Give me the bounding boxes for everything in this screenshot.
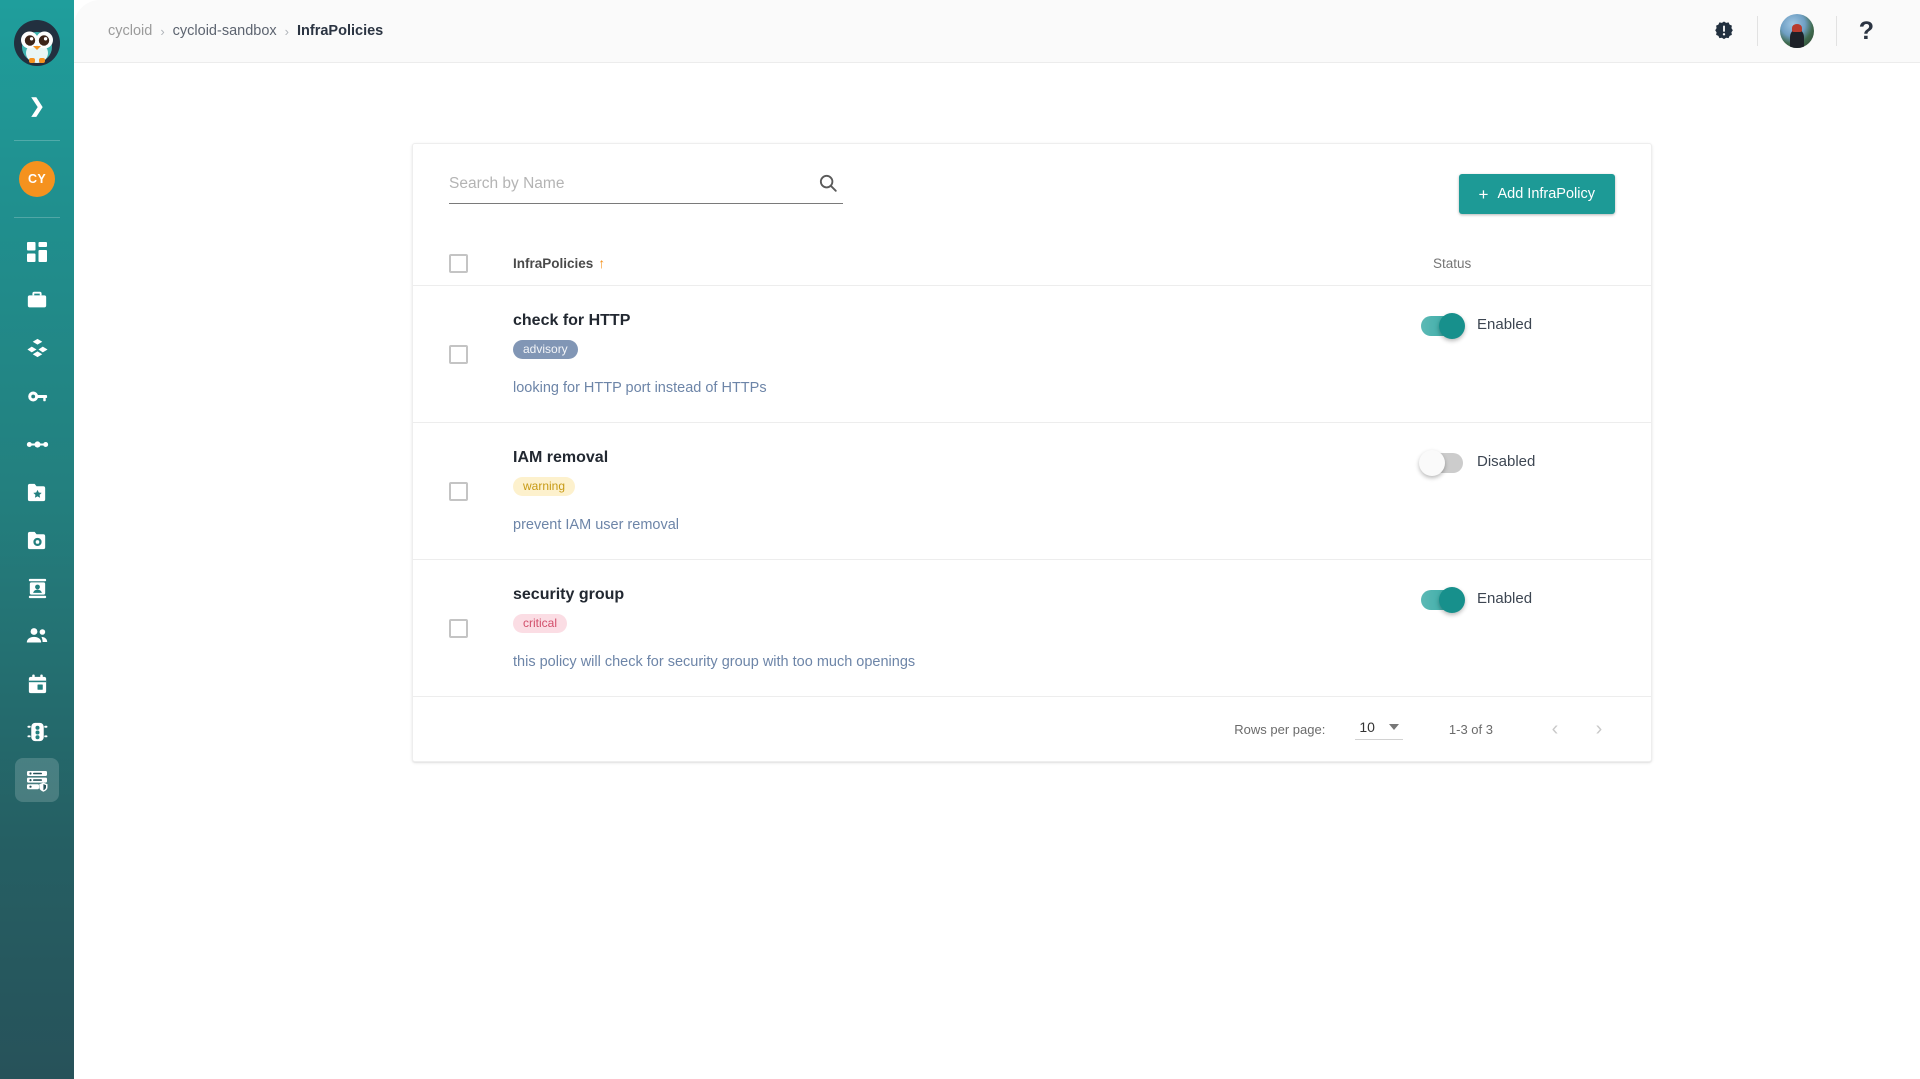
pagination: Rows per page: 10 1-3 of 3 ‹ › [413,697,1651,761]
status-toggle[interactable] [1419,450,1463,476]
row-content: IAM removal warning prevent IAM user rem… [513,423,1421,559]
row-status-cell: Disabled [1419,423,1651,559]
header-name-text: InfraPolicies [513,255,594,271]
rows-per-page-value: 10 [1359,718,1375,735]
sidebar: ❯ CY [0,0,74,1079]
help-glyph: ? [1858,16,1874,45]
chevron-left-icon[interactable]: ‹ [1533,707,1577,751]
chevron-right-icon[interactable]: ❯ [17,92,57,120]
content-area: + Add InfraPolicy InfraPolicies ↑ [74,63,1920,762]
sort-ascending-icon[interactable]: ↑ [598,255,605,271]
main-area: cycloid › cycloid-sandbox › InfraPolicie… [74,0,1920,1079]
pagination-range: 1-3 of 3 [1448,721,1493,737]
chevron-down-icon [1388,723,1399,730]
sidebar-item-credentials[interactable] [15,374,59,418]
select-all-cell [413,254,513,273]
policy-name[interactable]: check for HTTP [513,312,1421,330]
search-input[interactable] [449,170,843,204]
breadcrumb-current: InfraPolicies [297,23,384,39]
status-toggle[interactable] [1421,587,1465,613]
add-infrapolicy-button[interactable]: + Add InfraPolicy [1458,174,1615,214]
table-row[interactable]: IAM removal warning prevent IAM user rem… [413,423,1651,560]
sidebar-item-quotas[interactable] [15,710,59,754]
topbar: cycloid › cycloid-sandbox › InfraPolicie… [74,0,1920,63]
sidebar-nav [0,230,74,806]
breadcrumb-project[interactable]: cycloid-sandbox [173,23,277,39]
sidebar-divider-top [14,140,60,141]
status-label: Disabled [1477,453,1536,470]
breadcrumb-separator-2: › [284,23,289,39]
table-row[interactable]: security group critical this policy will… [413,560,1651,697]
sidebar-item-config-repository[interactable] [15,518,59,562]
checkbox-unchecked-icon[interactable] [449,618,468,638]
header-status-cell: Status [1385,256,1615,271]
row-content: check for HTTP advisory looking for HTTP… [513,286,1421,422]
user-avatar-image [1779,14,1814,48]
toggle-knob [1419,450,1445,476]
status-badge: warning [513,477,576,496]
breadcrumb: cycloid › cycloid-sandbox › InfraPolicie… [108,23,383,39]
table-header-row: InfraPolicies ↑ Status [413,228,1651,286]
sidebar-item-dashboard[interactable] [15,230,59,274]
chevron-right-icon[interactable]: › [1577,707,1621,751]
breadcrumb-org[interactable]: cycloid [108,23,152,39]
rows-per-page-label: Rows per page: [1234,721,1326,737]
header-name-cell[interactable]: InfraPolicies ↑ [513,255,1385,273]
status-label: Enabled [1477,316,1533,333]
sidebar-item-service-catalog[interactable] [15,566,59,610]
row-status-cell: Enabled [1421,286,1651,422]
question-mark-icon[interactable]: ? [1837,11,1896,51]
policy-name[interactable]: IAM removal [513,449,1421,467]
app-root: ❯ CY cycloid › cycloid-sandbox › InfraPo… [0,0,1920,1079]
checkbox-unchecked-icon[interactable] [449,481,468,501]
alert-badge-icon[interactable] [1691,11,1757,51]
toggle-knob [1439,587,1465,613]
row-content: security group critical this policy will… [513,560,1421,696]
plus-icon: + [1478,184,1489,204]
infrapolicies-card: + Add InfraPolicy InfraPolicies ↑ [412,143,1652,762]
sidebar-item-stacks[interactable] [15,326,59,370]
table-row[interactable]: check for HTTP advisory looking for HTTP… [413,286,1651,423]
sidebar-item-pipelines[interactable] [15,422,59,466]
rows-per-page-select[interactable]: 10 [1355,719,1403,740]
avatar[interactable] [1758,11,1836,51]
status-badge: advisory [513,340,578,359]
sidebar-divider-mid [14,217,60,218]
policy-description: prevent IAM user removal [513,517,680,533]
checkbox-unchecked-icon[interactable] [449,344,468,364]
status-label: Enabled [1477,590,1533,607]
sidebar-item-projects[interactable] [15,278,59,322]
checkbox-unchecked-icon[interactable] [449,254,468,273]
row-status-cell: Enabled [1421,560,1651,696]
row-checkbox-cell [413,560,513,696]
sidebar-item-infrapolicies[interactable] [15,758,59,802]
row-checkbox-cell [413,286,513,422]
policy-description: looking for HTTP port instead of HTTPs [513,380,767,396]
sidebar-item-catalog[interactable] [15,470,59,514]
breadcrumb-separator-1: › [160,23,165,39]
header-status-label: Status [1433,256,1472,271]
search-box [449,170,843,204]
add-infrapolicy-label: Add InfraPolicy [1497,186,1595,202]
header-name-label: InfraPolicies ↑ [513,255,605,271]
search-icon[interactable] [817,172,839,199]
status-toggle[interactable] [1421,313,1465,339]
status-badge: critical [513,614,568,633]
card-toolbar: + Add InfraPolicy [413,144,1651,214]
policy-name[interactable]: security group [513,586,1421,604]
toggle-knob [1439,313,1465,339]
org-badge[interactable]: CY [19,161,55,197]
row-checkbox-cell [413,423,513,559]
sidebar-item-members[interactable] [15,614,59,658]
topbar-actions: ? [1691,0,1896,63]
cycloid-owl-logo[interactable] [10,16,64,70]
policy-description: this policy will check for security grou… [513,654,916,670]
sidebar-item-events[interactable] [15,662,59,706]
